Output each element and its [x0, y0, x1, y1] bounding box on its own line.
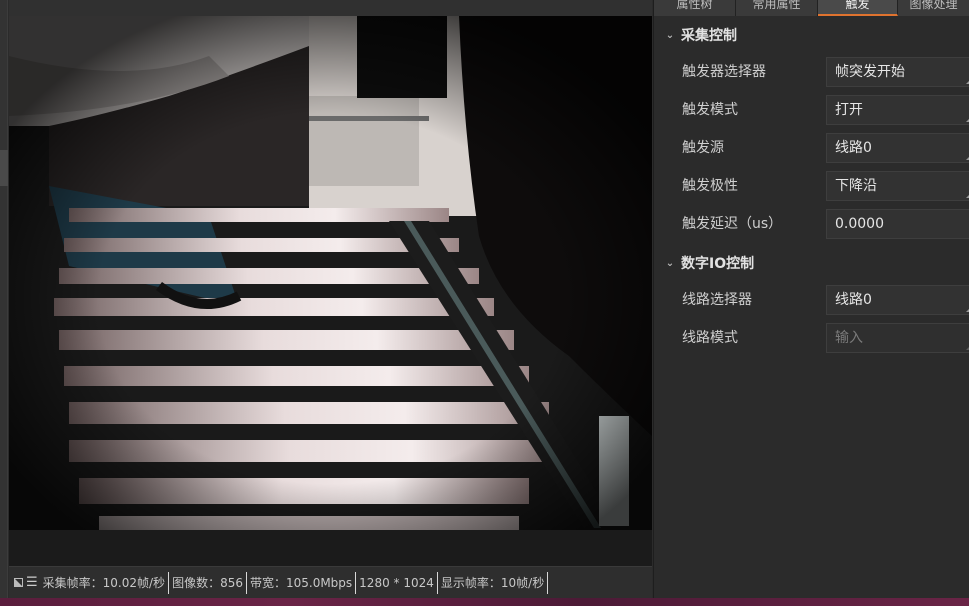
- panel-tabs: 属性树 常用属性 触发 图像处理: [654, 0, 969, 16]
- dropdown-value: 线路0: [835, 140, 872, 156]
- camera-image-viewer[interactable]: [9, 16, 652, 566]
- status-bar: ☰ 采集帧率：10.02帧/秒 图像数：856 带宽：105.0Mbps 128…: [9, 566, 652, 598]
- properties-panel: 属性树 常用属性 触发 图像处理 ⌄ 采集控制 触发器选择器 帧突发开始 触发模…: [653, 0, 969, 598]
- dropdown-value: 打开: [835, 102, 863, 118]
- status-divider: [436, 571, 438, 594]
- prop-line-selector: 线路选择器 线路0: [654, 281, 969, 319]
- line-selector-dropdown[interactable]: 线路0: [826, 285, 969, 315]
- prop-trigger-source: 触发源 线路0: [654, 129, 969, 167]
- dropdown-value: 输入: [835, 330, 863, 346]
- status-image-count: 图像数：856: [172, 575, 243, 590]
- status-divider: [355, 571, 357, 594]
- viewer-toolbar: [9, 0, 652, 16]
- menu-icon[interactable]: ☰: [26, 575, 38, 590]
- status-resolution: 1280 * 1024: [359, 575, 434, 590]
- status-frame-rate: 采集帧率：10.02帧/秒: [42, 575, 166, 590]
- sidebar-scroll-marker[interactable]: [0, 150, 8, 186]
- status-display-rate: 显示帧率：10帧/秒: [440, 575, 545, 590]
- status-divider: [245, 571, 247, 594]
- tab-image-processing[interactable]: 图像处理: [898, 0, 969, 16]
- prop-label: 触发延迟（us）: [682, 216, 783, 232]
- trigger-delay-input[interactable]: 0.0000: [826, 209, 969, 239]
- trigger-selector-dropdown[interactable]: 帧突发开始: [826, 57, 969, 87]
- tab-trigger[interactable]: 触发: [818, 0, 898, 16]
- section-digital-io-control[interactable]: ⌄ 数字IO控制: [654, 250, 969, 276]
- prop-trigger-mode: 触发模式 打开: [654, 91, 969, 129]
- status-bandwidth: 带宽：105.0Mbps: [249, 575, 353, 590]
- desktop-background-strip: [0, 598, 969, 606]
- prop-label: 线路模式: [682, 330, 738, 346]
- section-title: 采集控制: [681, 28, 737, 44]
- dropdown-value: 帧突发开始: [835, 64, 905, 80]
- camera-frame-image: [9, 16, 652, 566]
- trigger-mode-dropdown[interactable]: 打开: [826, 95, 969, 125]
- chevron-down-icon[interactable]: ⌄: [659, 30, 681, 41]
- tab-common-properties[interactable]: 常用属性: [736, 0, 818, 16]
- dropdown-value: 下降沿: [835, 178, 877, 194]
- trigger-polarity-dropdown[interactable]: 下降沿: [826, 171, 969, 201]
- left-sidebar-strip: [0, 0, 8, 598]
- section-acquisition-control[interactable]: ⌄ 采集控制: [654, 22, 969, 48]
- dropdown-value: 线路0: [835, 292, 872, 308]
- input-value: 0.0000: [835, 216, 884, 232]
- trigger-source-dropdown[interactable]: 线路0: [826, 133, 969, 163]
- prop-label: 触发源: [682, 140, 724, 156]
- prop-line-mode: 线路模式 输入: [654, 319, 969, 357]
- line-mode-dropdown: 输入: [826, 323, 969, 353]
- tab-property-tree[interactable]: 属性树: [654, 0, 736, 16]
- prop-label: 触发模式: [682, 102, 738, 118]
- prop-trigger-delay: 触发延迟（us） 0.0000: [654, 205, 969, 243]
- status-divider: [168, 571, 170, 594]
- section-title: 数字IO控制: [681, 256, 755, 272]
- chevron-down-icon[interactable]: ⌄: [659, 258, 681, 269]
- prop-label: 触发极性: [682, 178, 738, 194]
- status-divider: [547, 571, 549, 594]
- resize-icon[interactable]: [14, 578, 23, 587]
- prop-label: 触发器选择器: [682, 64, 766, 80]
- prop-trigger-polarity: 触发极性 下降沿: [654, 167, 969, 205]
- prop-trigger-selector: 触发器选择器 帧突发开始: [654, 53, 969, 91]
- prop-label: 线路选择器: [682, 292, 752, 308]
